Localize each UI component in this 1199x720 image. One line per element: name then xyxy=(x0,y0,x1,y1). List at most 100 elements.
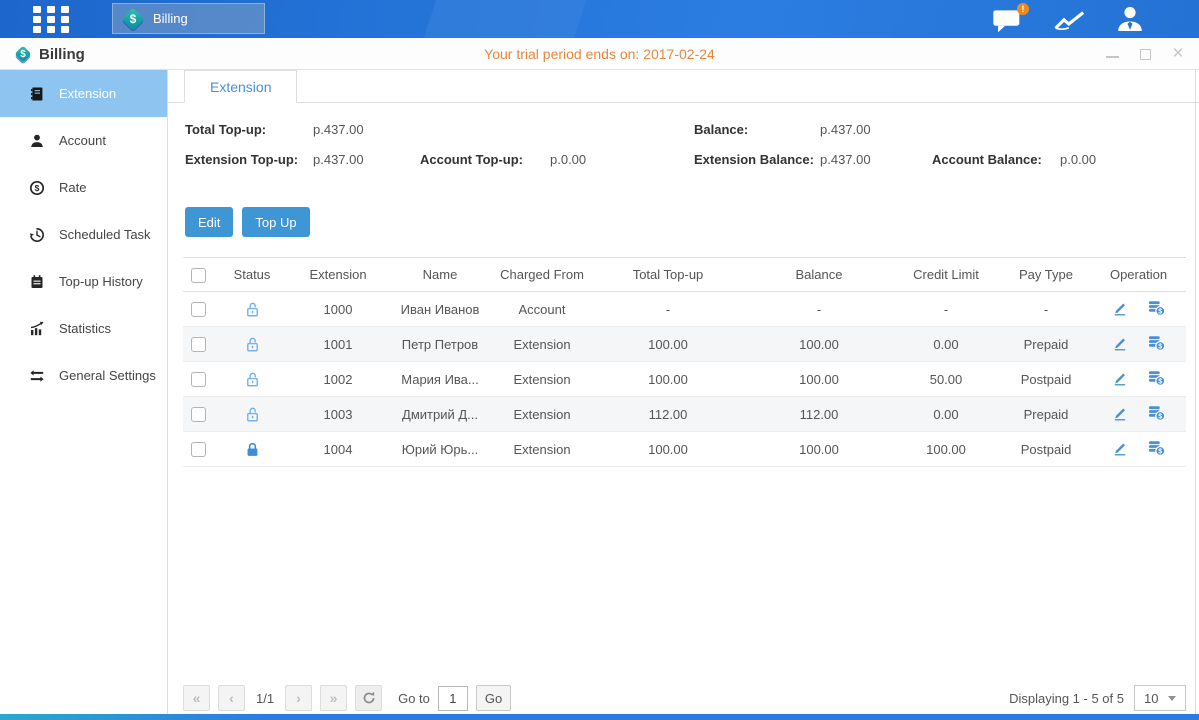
svg-text:$: $ xyxy=(1159,307,1163,315)
svg-text:$: $ xyxy=(1159,342,1163,350)
column-credit-limit: Credit Limit xyxy=(891,258,1001,292)
cell-name: Юрий Юрь... xyxy=(385,432,495,467)
next-page-button[interactable]: › xyxy=(285,685,312,711)
row-checkbox[interactable] xyxy=(191,442,206,457)
balance-label: Balance: xyxy=(694,122,820,137)
extension-balance-value: p.437.00 xyxy=(820,152,932,167)
sidebar-item-label: Account xyxy=(59,133,106,148)
goto-label: Go to xyxy=(398,691,430,706)
topup-coins-icon[interactable]: $ xyxy=(1147,439,1166,460)
cell-charged-from: Extension xyxy=(495,432,589,467)
cell-credit-limit: 100.00 xyxy=(891,432,1001,467)
cell-extension: 1003 xyxy=(291,397,385,432)
sidebar-item-label: Top-up History xyxy=(59,274,143,289)
prev-page-button[interactable]: ‹ xyxy=(218,685,245,711)
main-panel: Extension Total Top-up: p.437.00 Extensi… xyxy=(168,70,1199,714)
edit-pencil-icon[interactable] xyxy=(1111,439,1128,459)
edit-button[interactable]: Edit xyxy=(185,207,233,237)
column-pay-type: Pay Type xyxy=(1001,258,1091,292)
column-extension: Extension xyxy=(291,258,385,292)
sidebar-item-rate[interactable]: $ Rate xyxy=(0,164,167,211)
notification-badge: ! xyxy=(1017,3,1029,15)
go-button[interactable]: Go xyxy=(476,685,511,711)
column-status: Status xyxy=(213,258,291,292)
edit-pencil-icon[interactable] xyxy=(1111,334,1128,354)
cell-charged-from: Account xyxy=(495,292,589,327)
row-checkbox[interactable] xyxy=(191,337,206,352)
chevron-down-icon xyxy=(1168,696,1176,701)
bottom-strip xyxy=(0,714,1199,720)
cell-credit-limit: 0.00 xyxy=(891,397,1001,432)
total-topup-value: p.437.00 xyxy=(313,122,364,137)
displaying-text: Displaying 1 - 5 of 5 xyxy=(1009,691,1124,706)
table-row[interactable]: 1003 Дмитрий Д... Extension 112.00 112.0… xyxy=(183,397,1186,432)
billing-app-icon: $ xyxy=(122,8,144,30)
desktop-topbar: $ Billing ! xyxy=(0,0,1199,38)
taskbar-item-label: Billing xyxy=(153,11,188,26)
close-button[interactable]: × xyxy=(1171,47,1185,61)
goto-page-input[interactable] xyxy=(438,686,468,711)
table-header-row: Status Extension Name Charged From Total… xyxy=(183,258,1186,292)
cell-pay-type: Postpaid xyxy=(1001,362,1091,397)
row-checkbox[interactable] xyxy=(191,302,206,317)
table-row[interactable]: 1004 Юрий Юрь... Extension 100.00 100.00… xyxy=(183,432,1186,467)
column-name: Name xyxy=(385,258,495,292)
extension-topup-value: p.437.00 xyxy=(313,152,420,167)
lock-open-icon xyxy=(244,405,261,420)
cell-name: Мария Ива... xyxy=(385,362,495,397)
tab-extension[interactable]: Extension xyxy=(184,70,297,103)
sidebar-item-topup-history[interactable]: Top-up History xyxy=(0,258,167,305)
balance-value: p.437.00 xyxy=(820,122,871,137)
cell-charged-from: Extension xyxy=(495,397,589,432)
window-controls: × xyxy=(1105,38,1185,70)
first-page-button[interactable]: « xyxy=(183,685,210,711)
maximize-button[interactable] xyxy=(1138,47,1152,61)
sidebar-item-account[interactable]: Account xyxy=(0,117,167,164)
cell-extension: 1000 xyxy=(291,292,385,327)
table-row[interactable]: 1002 Мария Ива... Extension 100.00 100.0… xyxy=(183,362,1186,397)
last-page-button[interactable]: » xyxy=(320,685,347,711)
sidebar-item-statistics[interactable]: Statistics xyxy=(0,305,167,352)
minimize-button[interactable] xyxy=(1105,47,1119,61)
table-row[interactable]: 1000 Иван Иванов Account - - - - $ xyxy=(183,292,1186,327)
topup-coins-icon[interactable]: $ xyxy=(1147,299,1166,320)
account-topup-label: Account Top-up: xyxy=(420,152,550,167)
rate-dollar-icon: $ xyxy=(29,179,47,196)
svg-text:$: $ xyxy=(1159,447,1163,455)
row-checkbox[interactable] xyxy=(191,407,206,422)
topup-coins-icon[interactable]: $ xyxy=(1147,404,1166,425)
sidebar-item-label: Scheduled Task xyxy=(59,227,151,242)
cell-pay-type: Postpaid xyxy=(1001,432,1091,467)
statistics-bars-icon xyxy=(29,320,47,337)
lock-open-icon xyxy=(244,300,261,315)
statistics-chart-icon[interactable] xyxy=(1053,9,1087,38)
row-checkbox[interactable] xyxy=(191,372,206,387)
select-all-checkbox[interactable] xyxy=(191,268,206,283)
refresh-button[interactable] xyxy=(355,685,382,711)
table-row[interactable]: 1001 Петр Петров Extension 100.00 100.00… xyxy=(183,327,1186,362)
topup-coins-icon[interactable]: $ xyxy=(1147,369,1166,390)
edit-pencil-icon[interactable] xyxy=(1111,369,1128,389)
cell-pay-type: Prepaid xyxy=(1001,397,1091,432)
sidebar-item-general-settings[interactable]: General Settings xyxy=(0,352,167,399)
page-size-value: 10 xyxy=(1144,691,1158,706)
account-topup-value: p.0.00 xyxy=(550,152,586,167)
edit-pencil-icon[interactable] xyxy=(1111,299,1128,319)
user-account-icon[interactable] xyxy=(1114,5,1146,38)
edit-pencil-icon[interactable] xyxy=(1111,404,1128,424)
taskbar-item-billing[interactable]: $ Billing xyxy=(112,3,265,34)
sidebar-item-scheduled-task[interactable]: Scheduled Task xyxy=(0,211,167,258)
cell-balance: - xyxy=(747,292,891,327)
sidebar-item-extension[interactable]: Extension xyxy=(0,70,167,117)
top-up-button[interactable]: Top Up xyxy=(242,207,309,237)
cell-credit-limit: 50.00 xyxy=(891,362,1001,397)
cell-credit-limit: - xyxy=(891,292,1001,327)
cell-name: Иван Иванов xyxy=(385,292,495,327)
app-launcher-icon[interactable] xyxy=(33,6,71,32)
extension-balance-label: Extension Balance: xyxy=(694,152,820,167)
messages-icon[interactable]: ! xyxy=(992,8,1023,39)
column-balance: Balance xyxy=(747,258,891,292)
topup-coins-icon[interactable]: $ xyxy=(1147,334,1166,355)
page-size-dropdown[interactable]: 10 xyxy=(1134,685,1186,711)
cell-pay-type: Prepaid xyxy=(1001,327,1091,362)
